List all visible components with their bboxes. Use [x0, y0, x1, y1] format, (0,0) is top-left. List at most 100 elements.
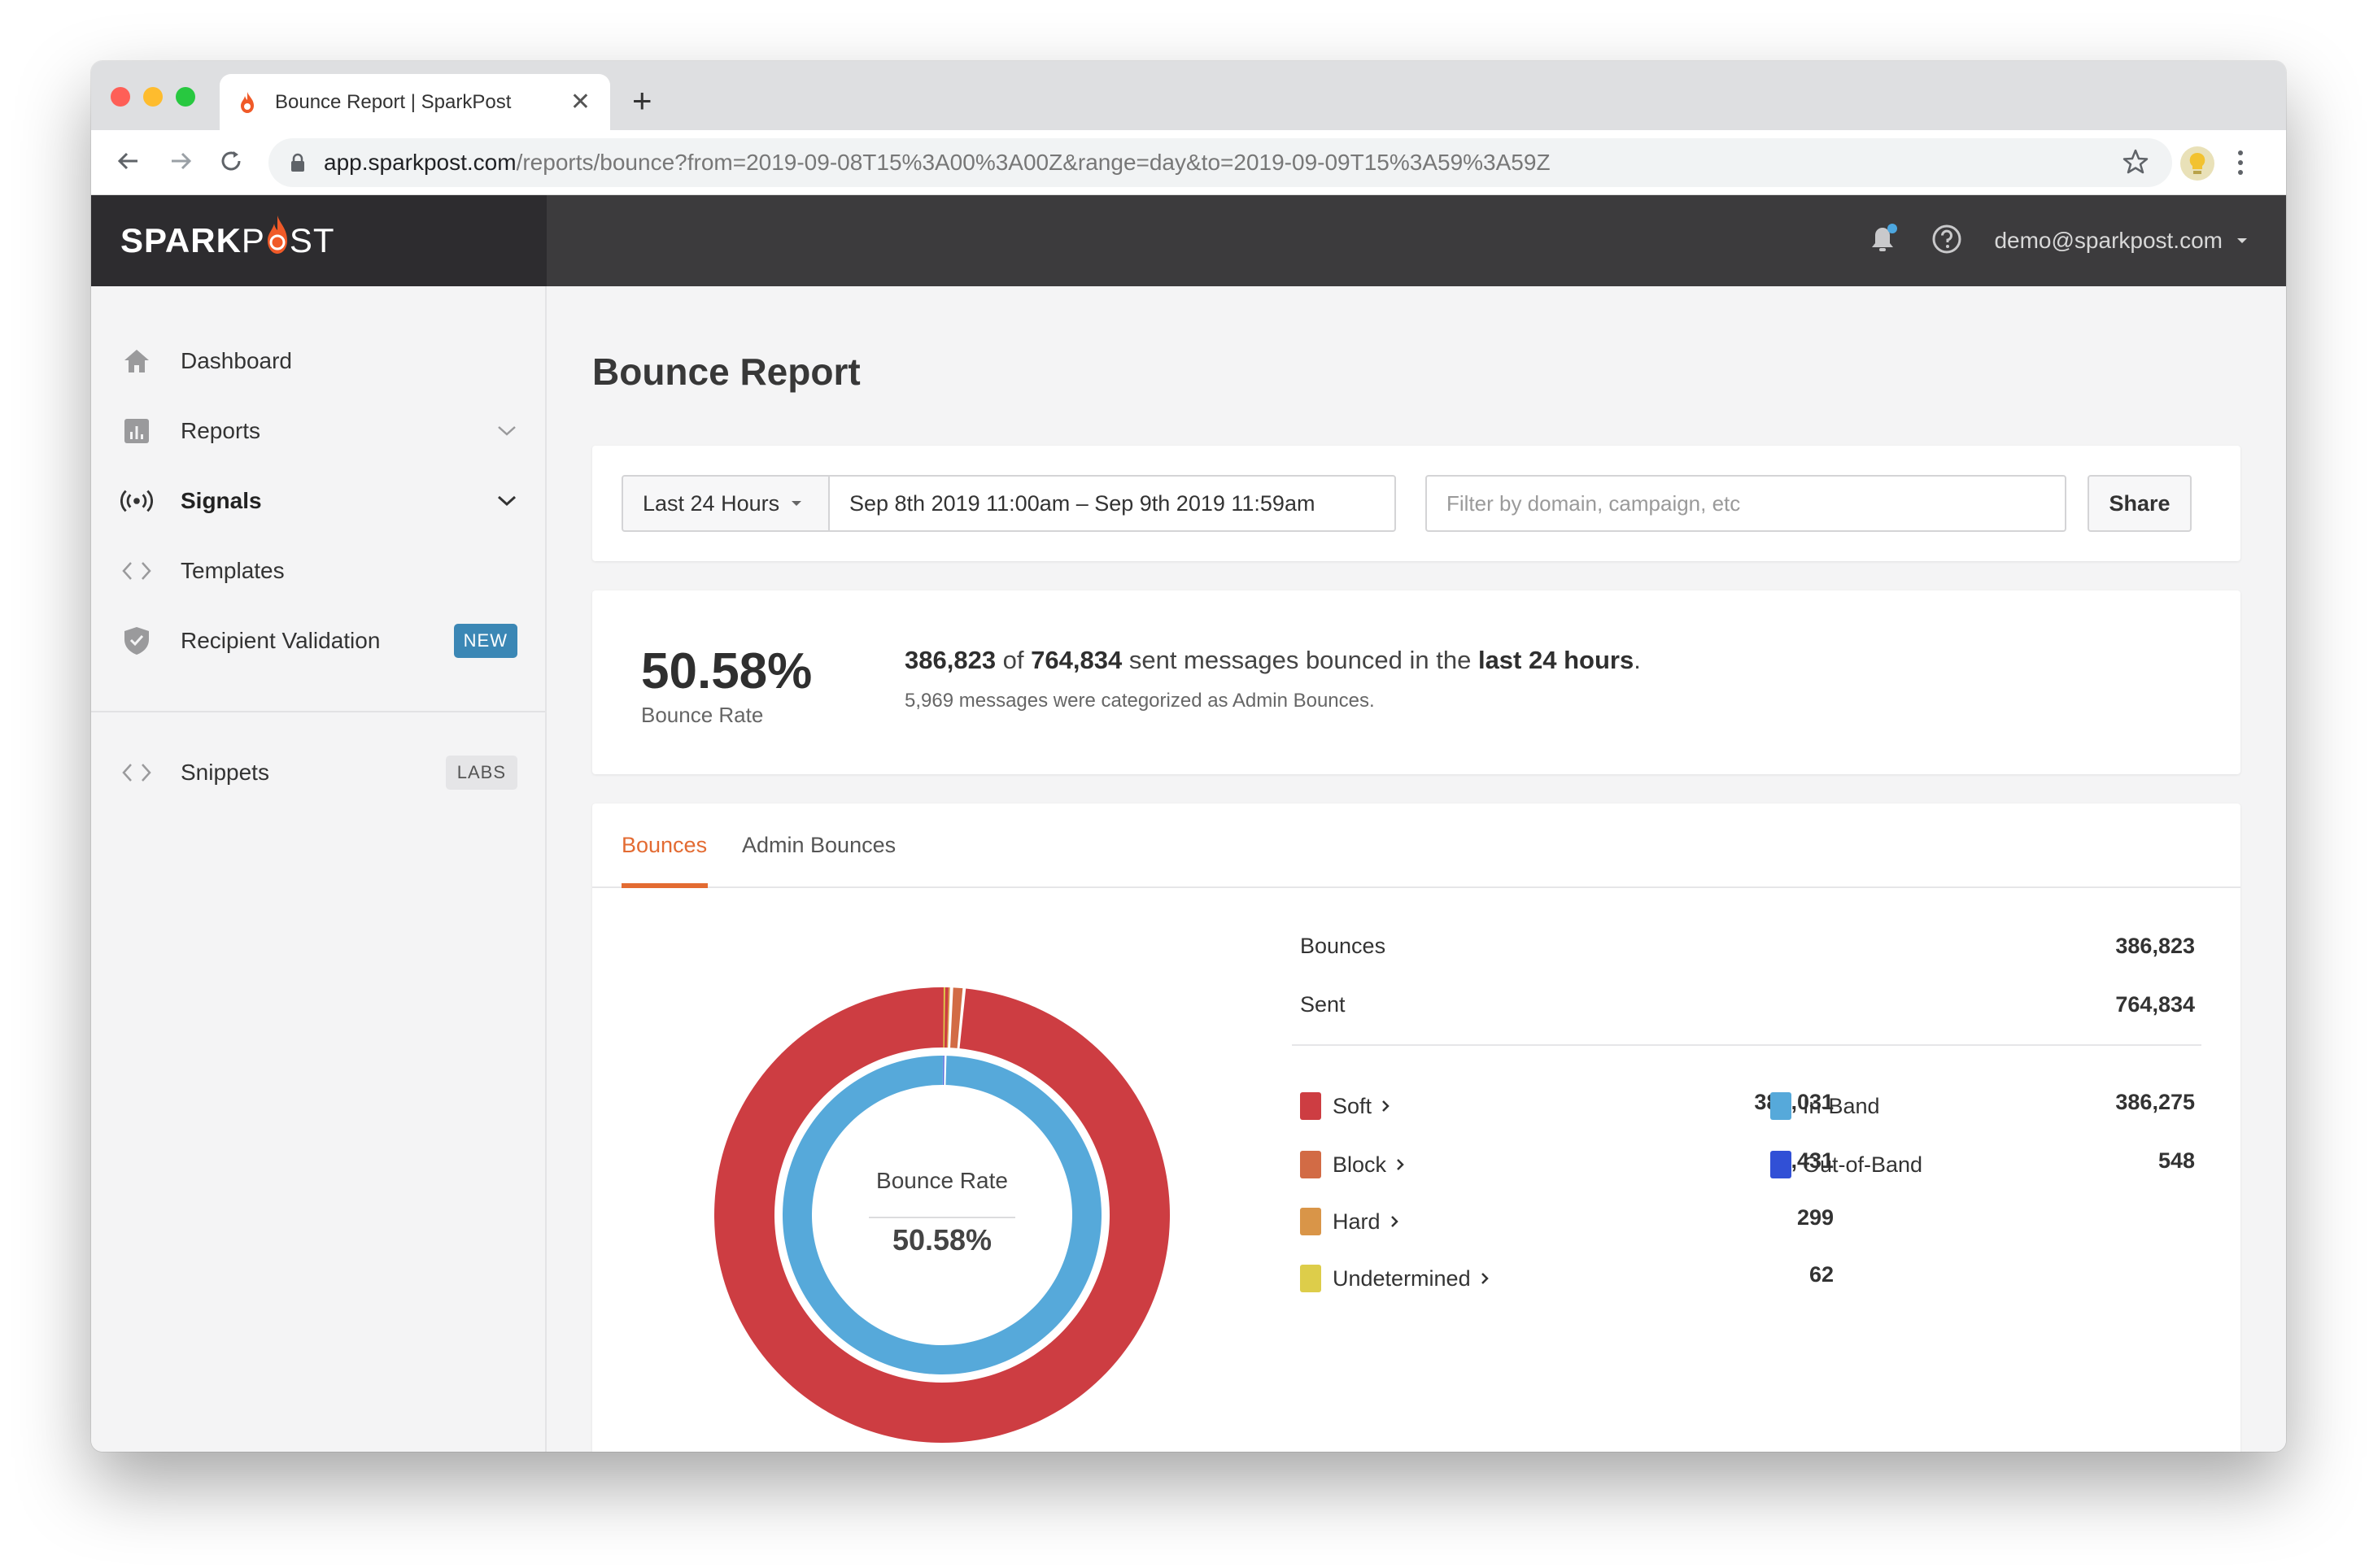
code-icon — [120, 756, 153, 789]
legend-swatch — [1300, 1092, 1321, 1120]
legend-label: Soft — [1333, 1093, 1372, 1118]
lock-icon — [290, 153, 306, 172]
donut-band-slice-out-of-band[interactable] — [943, 1056, 945, 1086]
legend-undetermined[interactable]: Undetermined — [1300, 1262, 1489, 1295]
tab-title: Bounce Report | SparkPost — [275, 90, 512, 113]
close-tab-icon[interactable]: ✕ — [570, 89, 591, 115]
logo-post-rest: ST — [289, 221, 335, 259]
legend-label: Hard — [1333, 1209, 1381, 1234]
bookmark-star-icon[interactable] — [2122, 148, 2149, 180]
legend-in-band: In-Band — [1770, 1090, 1880, 1122]
legend-swatch — [1770, 1092, 1791, 1120]
logo-post-p: P — [241, 221, 265, 259]
legend-out-of-band: Out-of-Band — [1770, 1148, 1922, 1181]
signal-icon — [120, 485, 153, 517]
sidebar-item-label: Templates — [181, 558, 285, 583]
sidebar-item-templates[interactable]: Templates — [120, 547, 517, 595]
home-icon — [120, 345, 153, 377]
back-arrow-icon[interactable] — [112, 145, 145, 177]
code-icon — [120, 555, 153, 587]
flame-o-icon — [267, 216, 287, 254]
bounce-rate-caption: Bounce Rate — [641, 703, 764, 727]
legend-hard[interactable]: Hard — [1300, 1205, 1398, 1238]
browser-tab[interactable]: Bounce Report | SparkPost ✕ — [220, 74, 610, 130]
bounce-donut-chart: Bounce Rate 50.58% — [713, 987, 1170, 1443]
address-bar[interactable]: app.sparkpost.com/reports/bounce?from=20… — [268, 138, 2172, 187]
reload-icon[interactable] — [215, 145, 247, 177]
legend-value: 299 — [1796, 1205, 1834, 1230]
sent-count: 764,834 — [1031, 646, 1123, 674]
new-tab-button[interactable]: + — [632, 84, 652, 118]
tab-bounces[interactable]: Bounces — [622, 833, 707, 858]
sidebar-item-recipient-validation[interactable]: Recipient Validation NEW — [120, 616, 517, 665]
close-window-button[interactable] — [111, 87, 130, 107]
bounce-rate-value: 50.58% — [641, 643, 813, 699]
stat-value: 764,834 — [2115, 992, 2195, 1017]
user-email: demo@sparkpost.com — [1994, 228, 2223, 253]
sidebar-item-label: Signals — [181, 488, 262, 513]
sidebar-item-reports[interactable]: Reports — [120, 407, 517, 455]
summary-mid: sent messages bounced in the — [1122, 646, 1478, 674]
logo-area: SPARK P ST — [91, 195, 547, 286]
help-icon[interactable] — [1931, 223, 1963, 259]
range-select[interactable]: Last 24 Hours — [622, 475, 830, 532]
sidebar-item-label: Dashboard — [181, 348, 292, 373]
date-range-value: Sep 8th 2019 11:00am – Sep 9th 2019 11:5… — [849, 490, 1315, 516]
sidebar-item-signals[interactable]: Signals — [120, 477, 517, 525]
browser-toolbar: app.sparkpost.com/reports/bounce?from=20… — [91, 130, 2286, 195]
legend-swatch — [1770, 1151, 1791, 1178]
range-select-value: Last 24 Hours — [643, 490, 780, 516]
minimize-window-button[interactable] — [143, 87, 163, 107]
sidebar-item-label: Reports — [181, 418, 261, 443]
legend-block[interactable]: Block — [1300, 1148, 1404, 1181]
caret-down-icon — [2237, 238, 2247, 243]
summary-card: 50.58% Bounce Rate 386,823 of 764,834 se… — [592, 590, 2240, 774]
sidebar-item-snippets[interactable]: Snippets LABS — [120, 748, 517, 797]
logo-spark-text: SPARK — [120, 221, 242, 259]
chevron-down-icon — [497, 495, 517, 507]
new-badge: NEW — [453, 624, 517, 658]
forward-arrow-icon[interactable] — [164, 145, 197, 177]
sidebar-item-dashboard[interactable]: Dashboard — [120, 337, 517, 385]
legend-label: Out-of-Band — [1803, 1152, 1923, 1177]
stat-row-bounces: Bounces 386,823 — [1300, 934, 2195, 966]
chevron-right-icon — [1396, 1158, 1404, 1171]
date-range-picker[interactable]: Sep 8th 2019 11:00am – Sep 9th 2019 11:5… — [828, 475, 1396, 532]
admin-bounce-note: 5,969 messages were categorized as Admin… — [905, 690, 1375, 712]
sparkpost-logo[interactable]: SPARK P ST — [120, 216, 335, 260]
user-menu[interactable]: demo@sparkpost.com — [1994, 228, 2249, 254]
browser-menu-icon[interactable] — [2236, 148, 2245, 181]
legend-soft[interactable]: Soft — [1300, 1090, 1390, 1122]
legend-value: 386,275 — [2115, 1090, 2195, 1114]
app-header: SPARK P ST demo@sparkpost.com — [91, 195, 2286, 286]
donut-svg — [713, 987, 1170, 1443]
bounced-count: 386,823 — [905, 646, 997, 674]
chevron-right-icon — [1390, 1215, 1398, 1228]
url-text: app.sparkpost.com/reports/bounce?from=20… — [324, 150, 1551, 176]
chevron-right-icon — [1481, 1272, 1489, 1285]
flame-icon — [239, 90, 259, 115]
sidebar-divider — [91, 711, 545, 712]
tab-admin-bounces[interactable]: Admin Bounces — [742, 833, 896, 858]
active-tab-indicator — [622, 883, 708, 888]
url-host: app.sparkpost.com — [324, 150, 517, 175]
stat-value: 386,823 — [2115, 934, 2195, 958]
legend-value: 62 — [1808, 1262, 1834, 1287]
filter-search-input[interactable] — [1425, 475, 2066, 532]
extension-bulb-icon[interactable] — [2180, 146, 2214, 181]
maximize-window-button[interactable] — [176, 87, 195, 107]
legend-label: Block — [1333, 1152, 1387, 1177]
logo-post: P ST — [241, 216, 335, 260]
stats-divider — [1292, 1044, 2201, 1046]
chevron-right-icon — [1381, 1100, 1390, 1113]
bell-icon[interactable] — [1869, 223, 1900, 259]
share-button[interactable]: Share — [2088, 475, 2192, 532]
legend-value: 548 — [2157, 1148, 2195, 1173]
sidebar-item-label: Snippets — [181, 760, 269, 785]
bounce-chart-card: Bounces Admin Bounces Bounce Rate 50.58%… — [592, 804, 2240, 1452]
donut-band-slice-in-band[interactable] — [782, 1056, 1102, 1374]
browser-tab-bar: Bounce Report | SparkPost ✕ + — [91, 61, 2286, 130]
chevron-down-icon — [498, 426, 516, 436]
donut-center-label: Bounce Rate — [876, 1168, 1008, 1193]
summary-sentence: 386,823 of 764,834 sent messages bounced… — [905, 646, 1641, 675]
